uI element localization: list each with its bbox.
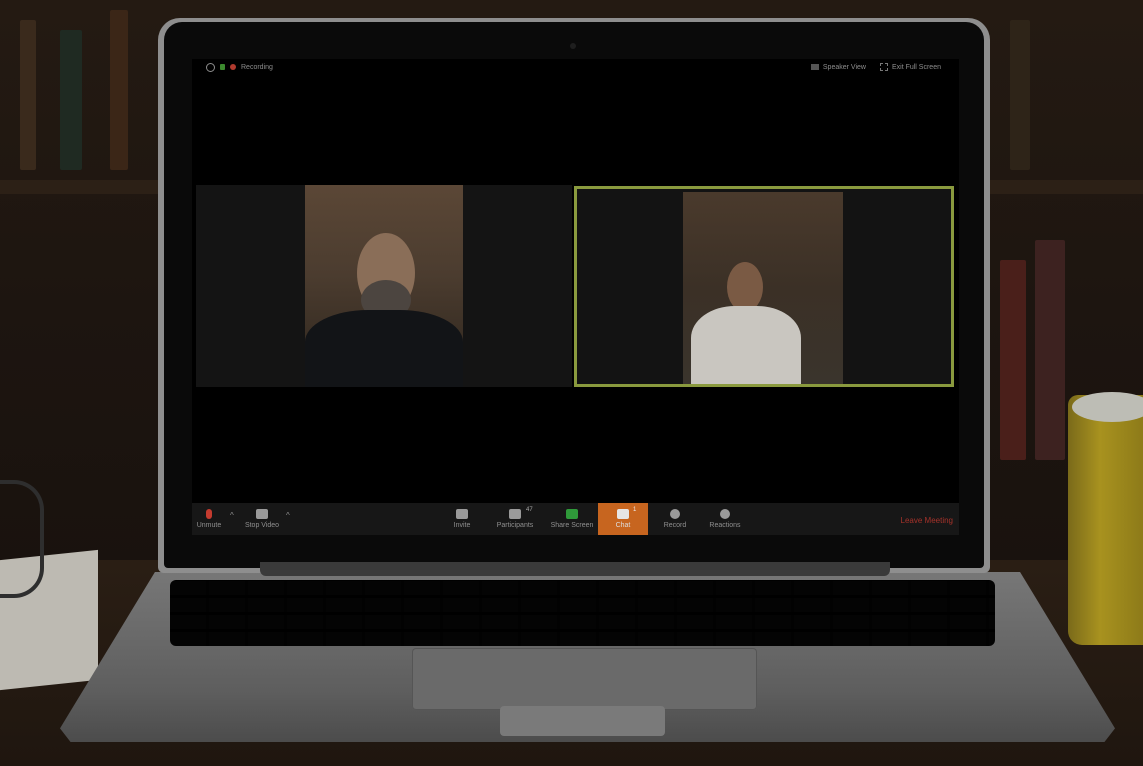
reactions-icon (720, 509, 730, 519)
laptop-trackpad (412, 648, 757, 710)
bookshelf (990, 180, 1143, 194)
speaker-view-button[interactable]: Speaker View (810, 63, 866, 71)
record-icon (670, 509, 680, 519)
lock-icon[interactable] (220, 64, 225, 70)
speaker-view-icon (810, 64, 819, 70)
laptop-lid-notch (500, 706, 665, 736)
chevron-up-icon[interactable]: ^ (230, 511, 234, 520)
reactions-label: Reactions (709, 522, 741, 529)
chat-icon (617, 509, 629, 519)
share-screen-label: Share Screen (550, 522, 594, 529)
reactions-button[interactable]: Reactions (707, 503, 743, 535)
book (20, 20, 36, 170)
share-screen-button[interactable]: Share Screen (549, 503, 595, 535)
chevron-up-icon[interactable]: ^ (286, 511, 290, 520)
mug-rim (1072, 392, 1143, 422)
book (1000, 260, 1026, 460)
participants-label: Participants (496, 522, 534, 529)
chat-label: Chat (615, 522, 631, 529)
invite-icon (456, 509, 468, 519)
recording-label: Recording (241, 63, 273, 71)
invite-button[interactable]: Invite (450, 503, 474, 535)
record-button[interactable]: Record (661, 503, 689, 535)
meeting-toolbar: Unmute ^ Stop Video ^ Invite Participant… (192, 503, 959, 535)
participants-count: 47 (526, 507, 533, 513)
participants-icon (509, 509, 521, 519)
stop-video-button[interactable]: Stop Video (242, 503, 282, 535)
invite-label: Invite (453, 522, 471, 529)
record-label: Record (663, 522, 687, 529)
chat-count: 1 (633, 507, 637, 513)
meeting-topbar: Recording Speaker View Exit Full Screen (192, 59, 959, 75)
participant-body (305, 310, 463, 387)
stop-video-label: Stop Video (244, 522, 280, 529)
exit-fullscreen-label: Exit Full Screen (891, 63, 941, 71)
book (110, 10, 128, 170)
participant-video (305, 185, 463, 387)
recording-dot-icon (230, 64, 236, 70)
book (1035, 240, 1065, 460)
leave-meeting-button[interactable]: Leave Meeting (901, 516, 953, 525)
video-camera-icon (256, 509, 268, 519)
yellow-mug (1068, 395, 1143, 645)
bookshelf (0, 180, 160, 194)
exit-fullscreen-button[interactable]: Exit Full Screen (879, 63, 941, 71)
laptop-keyboard (170, 580, 995, 646)
unmute-button[interactable]: Unmute (194, 503, 224, 535)
eyeglasses (0, 480, 44, 598)
share-screen-icon (566, 509, 578, 519)
speaker-view-label: Speaker View (822, 63, 866, 71)
speaker-body (691, 306, 801, 384)
fullscreen-icon (879, 63, 888, 71)
zoom-meeting-window: Recording Speaker View Exit Full Screen … (192, 59, 959, 535)
speaker-head (727, 262, 763, 312)
unmute-label: Unmute (196, 522, 222, 529)
info-icon[interactable] (206, 62, 215, 72)
laptop-hinge (260, 562, 890, 576)
active-speaker-video (683, 192, 843, 384)
book (60, 30, 82, 170)
chat-button[interactable]: Chat (598, 503, 648, 535)
muted-mic-icon (206, 509, 212, 519)
webcam-icon (570, 43, 576, 49)
book (1010, 20, 1030, 170)
